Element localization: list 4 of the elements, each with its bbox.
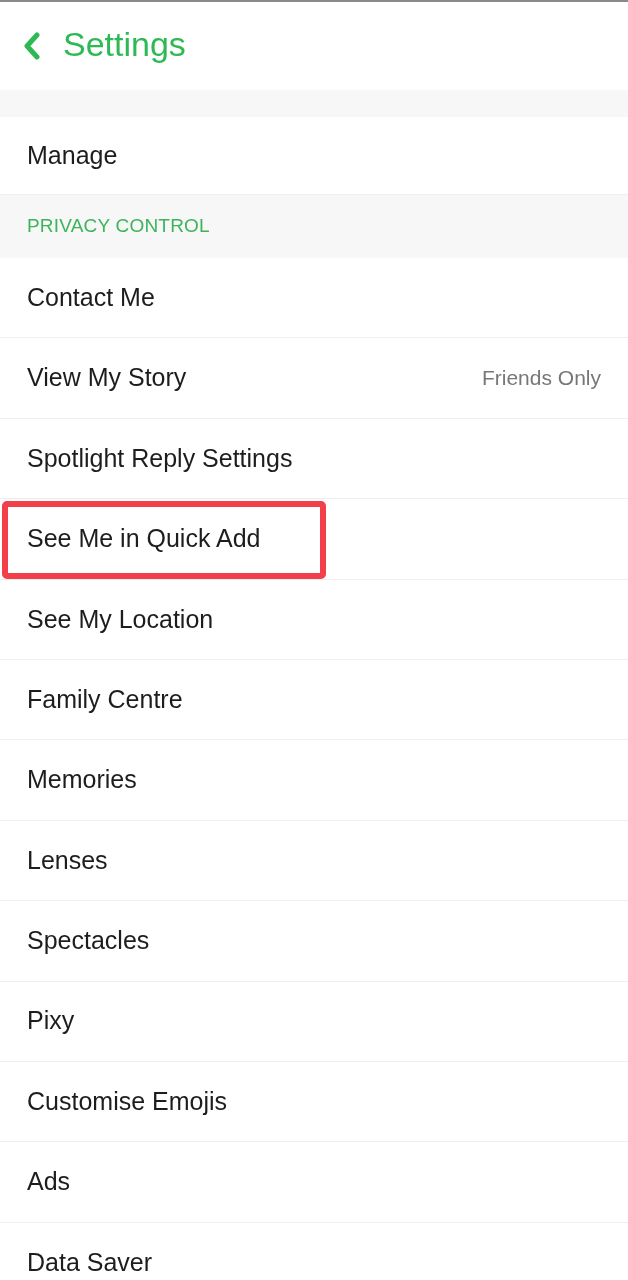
setting-value: Friends Only — [481, 365, 601, 392]
back-icon[interactable] — [22, 32, 41, 60]
section-header: PRIVACY CONTROL — [27, 214, 210, 239]
header-title: Settings — [63, 27, 186, 65]
